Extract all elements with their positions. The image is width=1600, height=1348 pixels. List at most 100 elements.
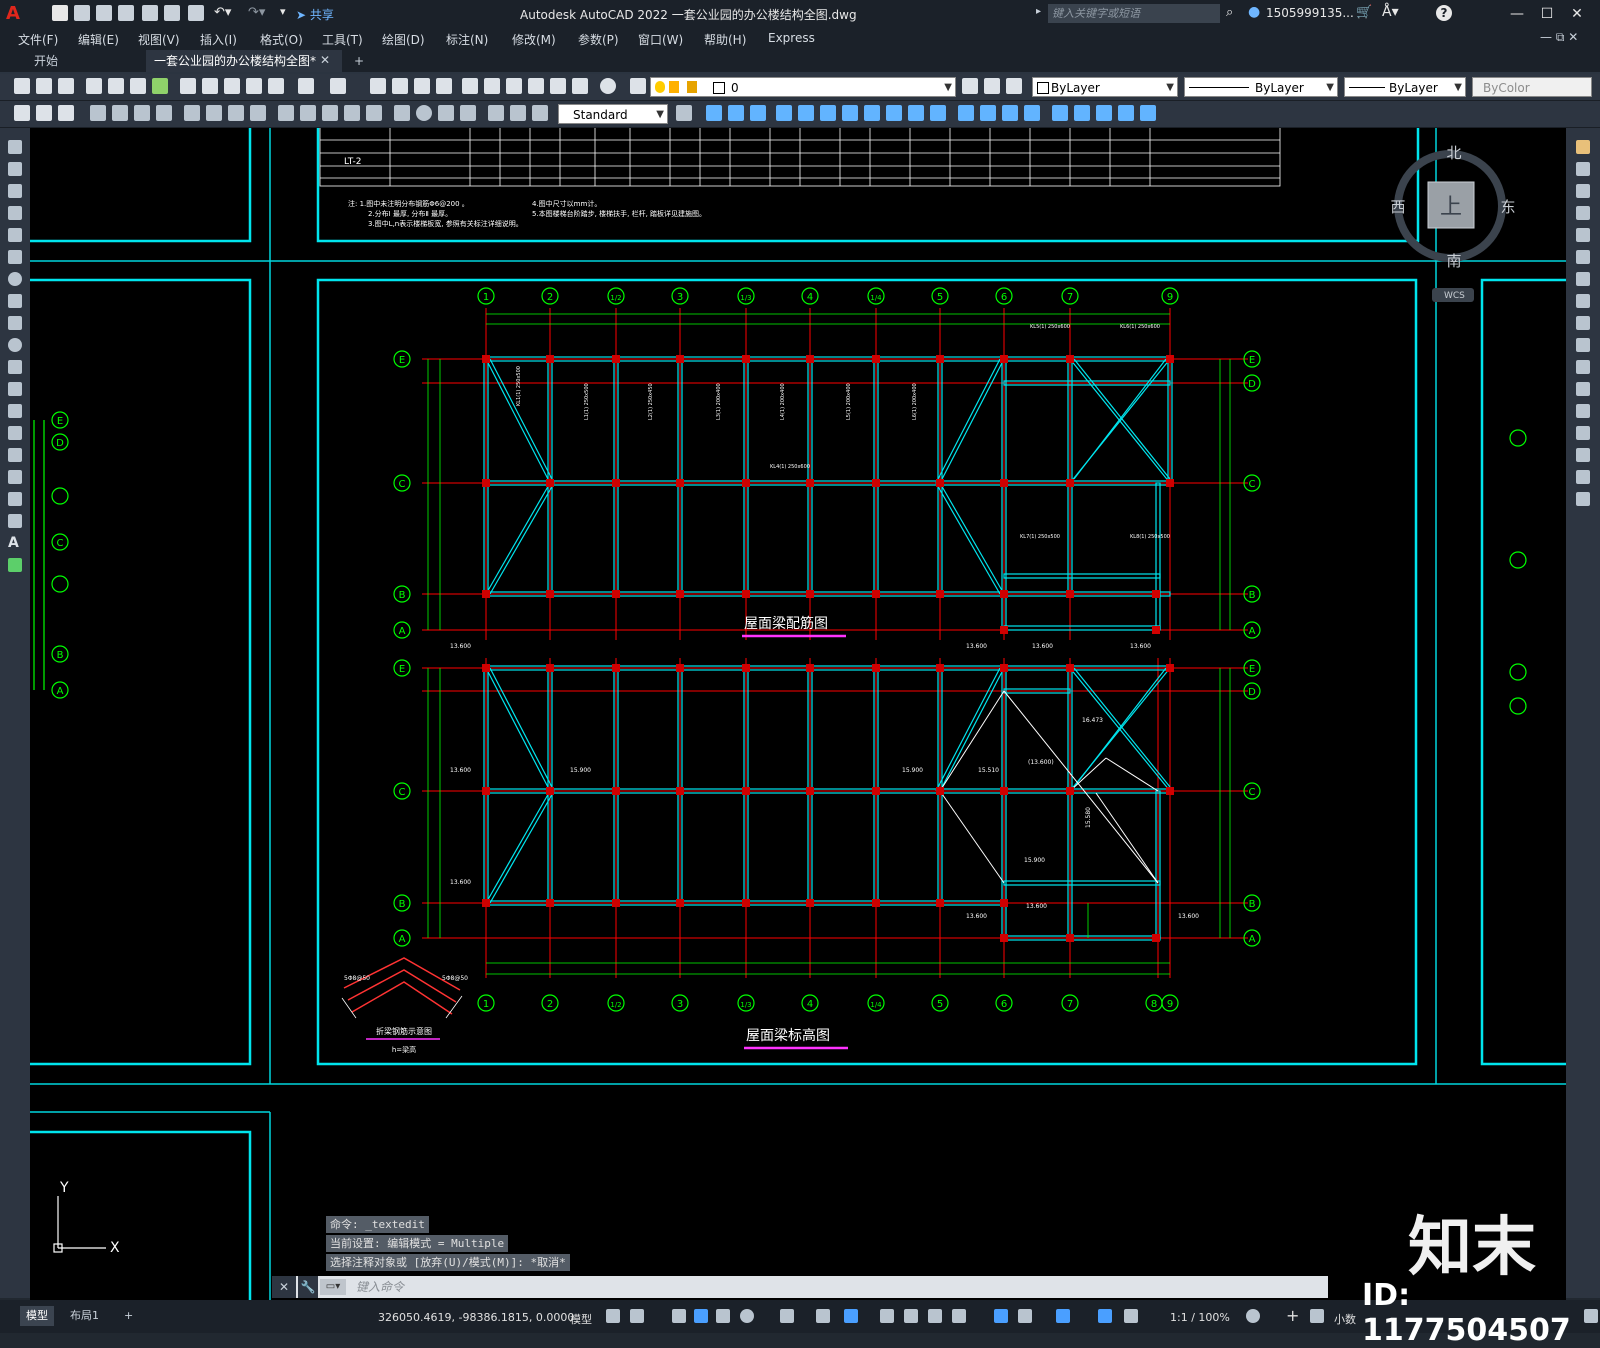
object-snap-tracking-icon[interactable] [816, 1309, 830, 1323]
block-editor-icon[interactable] [268, 78, 284, 94]
check-icon[interactable] [1052, 105, 1068, 121]
layer-walk-icon[interactable] [14, 105, 30, 121]
imprint-icon[interactable] [958, 105, 974, 121]
inspection-icon[interactable] [438, 105, 454, 121]
save-web-icon[interactable] [164, 5, 180, 21]
plotstyle-dropdown[interactable]: ByColor [1472, 77, 1592, 97]
menu-parametric[interactable]: 参数(P) [578, 31, 619, 48]
taper-faces-icon[interactable] [886, 105, 902, 121]
menu-help[interactable]: 帮助(H) [704, 31, 746, 48]
dimstyle-manager-icon[interactable] [676, 105, 692, 121]
annotation-scale[interactable]: 1:1 / 100% [1170, 1311, 1230, 1324]
customize-qa-icon[interactable]: ▾ [280, 5, 286, 18]
dim-update-icon[interactable] [532, 105, 548, 121]
shell-icon[interactable] [1024, 105, 1040, 121]
qnew-icon[interactable] [14, 78, 30, 94]
line-icon[interactable] [8, 140, 22, 154]
search-expand-icon[interactable]: ▸ [1036, 6, 1041, 17]
join-icon[interactable] [1576, 426, 1590, 440]
layer-previous-icon[interactable] [984, 78, 1000, 94]
lineweight-dropdown[interactable]: ByLayer ▼ [1344, 77, 1466, 97]
command-input[interactable]: 键入命令 [356, 1276, 404, 1298]
stretch-icon[interactable] [1576, 316, 1590, 330]
layer-match-icon[interactable] [36, 105, 52, 121]
redo-icon[interactable]: ↷▾ [248, 5, 265, 20]
sheet-set-icon[interactable] [528, 78, 544, 94]
dim-edit-icon[interactable] [488, 105, 504, 121]
dynamic-ucs-icon[interactable] [994, 1309, 1008, 1323]
polyline-icon[interactable] [8, 184, 22, 198]
publish-icon[interactable] [130, 78, 146, 94]
layer-dropdown[interactable]: 0 ▼ [650, 77, 956, 97]
print-icon[interactable] [86, 78, 102, 94]
ellipse-arc-icon[interactable] [8, 360, 22, 374]
minimize-button[interactable]: — [1506, 4, 1528, 24]
section-icon[interactable] [1096, 105, 1112, 121]
search-icon[interactable]: ⌕ [1226, 5, 1233, 20]
save-icon[interactable] [58, 78, 74, 94]
lineweight-icon[interactable] [880, 1309, 894, 1323]
offset-icon[interactable] [1576, 206, 1590, 220]
gizmo-icon[interactable] [1056, 1309, 1070, 1323]
close-command-icon[interactable]: ✕ [272, 1276, 296, 1298]
layer-states-icon[interactable] [1006, 78, 1022, 94]
coordinates-readout[interactable]: 326050.4619, -98386.1815, 0.0000 [378, 1311, 574, 1324]
model-space-toggle[interactable]: 模型 [570, 1311, 592, 1327]
menu-file[interactable]: 文件(F) [18, 31, 58, 48]
copy-faces-icon[interactable] [908, 105, 924, 121]
ortho-icon[interactable] [716, 1309, 730, 1323]
break-icon[interactable] [1576, 404, 1590, 418]
properties-icon[interactable] [462, 78, 478, 94]
user-account[interactable]: 1505999135... [1266, 6, 1354, 20]
tab-start[interactable]: 开始 [26, 50, 66, 72]
menu-format[interactable]: 格式(O) [260, 31, 303, 48]
markup-icon[interactable] [550, 78, 566, 94]
linetype-dropdown[interactable]: ByLayer ▼ [1184, 77, 1338, 97]
scale-icon[interactable] [1576, 294, 1590, 308]
dim-text-edit-icon[interactable] [510, 105, 526, 121]
selection-filter-icon[interactable] [1018, 1309, 1032, 1323]
diameter-dim-icon[interactable] [228, 105, 244, 121]
cut-icon[interactable] [180, 78, 196, 94]
tolerance-icon[interactable] [394, 105, 410, 121]
infer-constraints-icon[interactable] [672, 1309, 686, 1323]
insert-block-icon[interactable] [8, 382, 22, 396]
interfere-icon[interactable] [1118, 105, 1134, 121]
save-as-icon[interactable] [118, 5, 134, 21]
jogged-linear-icon[interactable] [460, 105, 476, 121]
continue-dim-icon[interactable] [322, 105, 338, 121]
autocad-logo-icon[interactable]: A [6, 4, 24, 24]
transparency-icon[interactable] [904, 1309, 918, 1323]
plot-preview-icon[interactable] [108, 78, 124, 94]
color-faces-icon[interactable] [930, 105, 946, 121]
blend-icon[interactable] [1576, 492, 1590, 506]
search-input[interactable]: 键入关键字或短语 [1048, 4, 1220, 23]
annotation-monitor-icon[interactable]: + [1286, 1306, 1299, 1325]
tab-layout1[interactable]: 布局1 [64, 1306, 105, 1326]
open-file-icon[interactable] [74, 5, 90, 21]
tab-model[interactable]: 模型 [20, 1306, 54, 1326]
menu-view[interactable]: 视图(V) [138, 31, 180, 48]
selection-cycling-icon[interactable] [928, 1309, 942, 1323]
copy-icon[interactable] [202, 78, 218, 94]
jogged-dim-icon[interactable] [206, 105, 222, 121]
extrude-faces-icon[interactable] [776, 105, 792, 121]
layer-iso-icon[interactable] [58, 105, 74, 121]
erase-icon[interactable] [1576, 140, 1590, 154]
units-icon[interactable] [1310, 1309, 1324, 1323]
make-block-icon[interactable] [8, 404, 22, 418]
move-icon[interactable] [1576, 250, 1590, 264]
3d-dwf-icon[interactable] [152, 78, 168, 94]
quickcalc-icon[interactable] [572, 78, 588, 94]
extend-icon[interactable] [1576, 360, 1590, 374]
clean-icon[interactable] [980, 105, 996, 121]
zoom-realtime-icon[interactable] [392, 78, 408, 94]
move-faces-icon[interactable] [798, 105, 814, 121]
hatch-icon[interactable] [8, 448, 22, 462]
circle-icon[interactable] [8, 272, 22, 286]
undo-icon[interactable] [298, 78, 314, 94]
copy-object-icon[interactable] [1576, 162, 1590, 176]
mirror-icon[interactable] [1576, 184, 1590, 198]
intersect-icon[interactable] [750, 105, 766, 121]
fillet-icon[interactable] [1576, 470, 1590, 484]
